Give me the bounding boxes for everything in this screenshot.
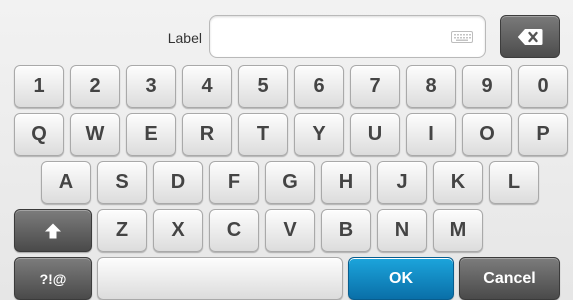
key-m[interactable]: M [433, 209, 483, 252]
key-x[interactable]: X [153, 209, 203, 252]
key-r[interactable]: R [182, 113, 232, 156]
shift-button[interactable] [14, 209, 92, 252]
key-i[interactable]: I [406, 113, 456, 156]
key-a[interactable]: A [41, 161, 91, 204]
text-input-field[interactable] [209, 15, 486, 58]
key-8[interactable]: 8 [406, 65, 456, 108]
key-3[interactable]: 3 [126, 65, 176, 108]
input-label: Label [167, 30, 202, 46]
key-h[interactable]: H [321, 161, 371, 204]
backspace-icon [517, 28, 543, 45]
key-d[interactable]: D [153, 161, 203, 204]
key-u[interactable]: U [350, 113, 400, 156]
keyboard-icon [451, 31, 473, 43]
key-e[interactable]: E [126, 113, 176, 156]
text-input[interactable] [210, 16, 440, 57]
key-f[interactable]: F [209, 161, 259, 204]
backspace-button[interactable] [500, 15, 560, 58]
key-o[interactable]: O [462, 113, 512, 156]
ok-button[interactable]: OK [348, 257, 454, 300]
key-w[interactable]: W [70, 113, 120, 156]
key-9[interactable]: 9 [462, 65, 512, 108]
key-k[interactable]: K [433, 161, 483, 204]
key-1[interactable]: 1 [14, 65, 64, 108]
key-z[interactable]: Z [97, 209, 147, 252]
key-5[interactable]: 5 [238, 65, 288, 108]
key-y[interactable]: Y [294, 113, 344, 156]
key-l[interactable]: L [489, 161, 539, 204]
symbols-button[interactable]: ?!@ [14, 257, 92, 300]
key-0[interactable]: 0 [518, 65, 568, 108]
key-j[interactable]: J [377, 161, 427, 204]
key-v[interactable]: V [265, 209, 315, 252]
key-n[interactable]: N [377, 209, 427, 252]
keyboard-panel: Label 1 2 3 4 5 6 7 8 9 0 Q W E R T Y U … [0, 0, 573, 300]
key-6[interactable]: 6 [294, 65, 344, 108]
key-b[interactable]: B [321, 209, 371, 252]
key-g[interactable]: G [265, 161, 315, 204]
key-4[interactable]: 4 [182, 65, 232, 108]
key-c[interactable]: C [209, 209, 259, 252]
key-q[interactable]: Q [14, 113, 64, 156]
key-t[interactable]: T [238, 113, 288, 156]
key-7[interactable]: 7 [350, 65, 400, 108]
cancel-button[interactable]: Cancel [459, 257, 560, 300]
key-2[interactable]: 2 [70, 65, 120, 108]
shift-arrow-icon [45, 223, 61, 238]
key-s[interactable]: S [97, 161, 147, 204]
space-bar[interactable] [97, 257, 343, 300]
key-p[interactable]: P [518, 113, 568, 156]
